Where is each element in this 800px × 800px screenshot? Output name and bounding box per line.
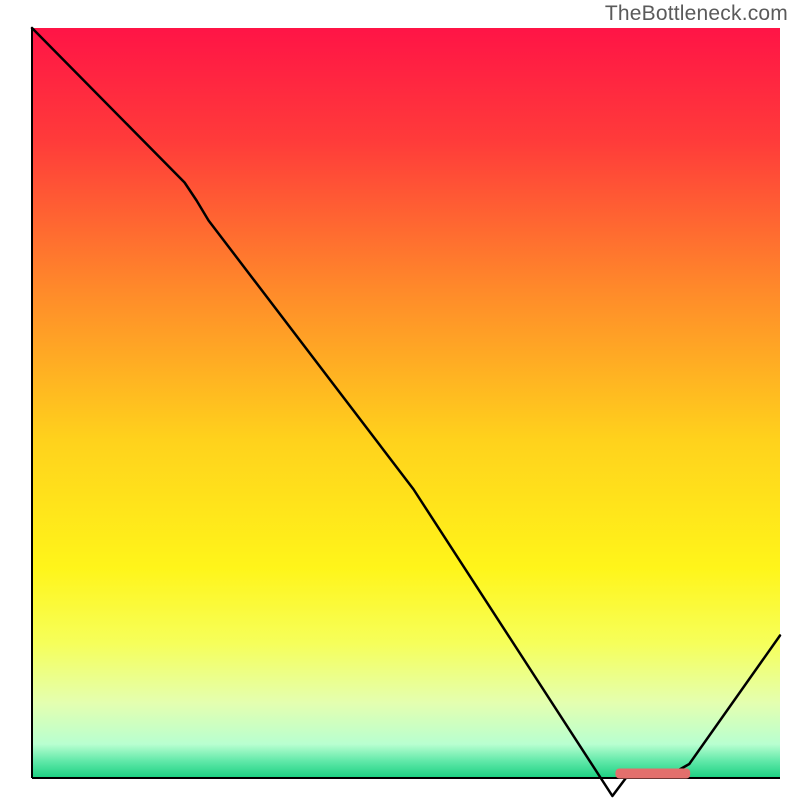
watermark-label: TheBottleneck.com bbox=[605, 2, 788, 26]
optimal-range-marker bbox=[615, 769, 690, 779]
bottleneck-chart bbox=[0, 0, 800, 800]
chart-container: TheBottleneck.com bbox=[0, 0, 800, 800]
